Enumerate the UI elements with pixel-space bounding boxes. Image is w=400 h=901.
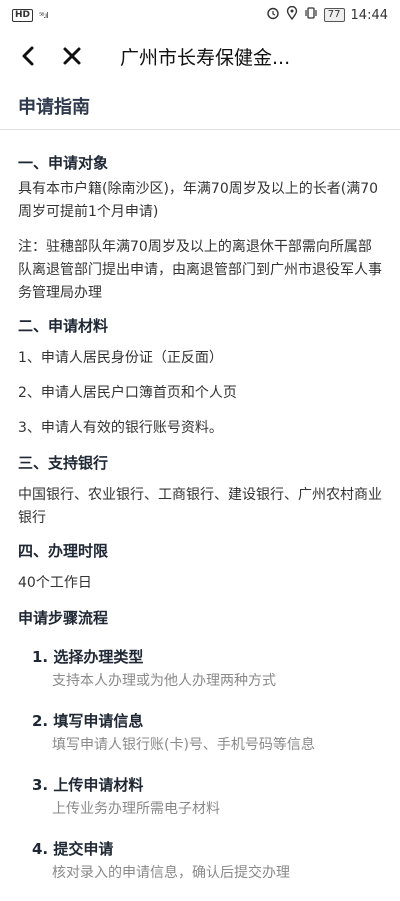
section-paragraph: 40个工作日 <box>18 575 92 591</box>
step-desc: 支持本人办理或为他人办理两种方式 <box>52 673 276 689</box>
guide-content: 一、申请对象 具有本市户籍(除南沙区)，年满70周岁及以上的长者(满70周岁可提… <box>18 148 384 901</box>
section-paragraph: 具有本市户籍(除南沙区)，年满70周岁及以上的长者(满70周岁可提前1个月申请) <box>18 181 379 220</box>
step-desc: 填写申请人银行账(卡)号、手机号码等信息 <box>52 737 315 753</box>
clock: 14:44 <box>350 7 388 23</box>
vibrate-icon <box>304 6 318 24</box>
step-item: 3. 上传申请材料 上传业务办理所需电子材料 <box>32 773 384 821</box>
section-heading: 一、申请对象 <box>18 154 109 172</box>
step-item: 1. 选择办理类型 支持本人办理或为他人办理两种方式 <box>32 645 384 693</box>
alarm-icon <box>266 6 280 24</box>
section-paragraph: 1、申请人居民身份证（正反面） <box>18 350 223 366</box>
step-title: 3. 上传申请材料 <box>32 776 144 794</box>
close-icon <box>63 47 81 65</box>
location-icon <box>286 5 298 24</box>
section-paragraph: 2、申请人居民户口簿首页和个人页 <box>18 385 237 401</box>
hd-badge: HD <box>12 8 34 22</box>
step-title: 1. 选择办理类型 <box>32 648 144 666</box>
step-item: 2. 填写申请信息 填写申请人银行账(卡)号、手机号码等信息 <box>32 709 384 757</box>
step-desc: 核对录入的申请信息，确认后提交办理 <box>52 865 290 881</box>
nav-bar: 广州市长寿保健金... <box>0 30 400 82</box>
step-title: 4. 提交申请 <box>32 840 114 858</box>
chevron-left-icon <box>22 46 34 66</box>
back-button[interactable] <box>8 36 48 76</box>
section-title: 申请指南 <box>0 82 400 130</box>
section-heading: 四、办理时限 <box>18 542 109 560</box>
step-title: 2. 填写申请信息 <box>32 712 144 730</box>
page-title: 广州市长寿保健金... <box>120 46 291 69</box>
close-button[interactable] <box>52 36 92 76</box>
signal-icon: ⁵⁶.ıl <box>39 10 48 20</box>
section-paragraph: 中国银行、农业银行、工商银行、建设银行、广州农村商业银行 <box>18 487 382 526</box>
section-heading: 二、申请材料 <box>18 317 109 335</box>
steps-heading: 申请步骤流程 <box>18 609 109 627</box>
steps-list: 1. 选择办理类型 支持本人办理或为他人办理两种方式 2. 填写申请信息 填写申… <box>18 645 384 885</box>
section-paragraph: 3、申请人有效的银行账号资料。 <box>18 420 223 436</box>
status-bar: HD ⁵⁶.ıl 77 14:44 <box>0 0 400 30</box>
step-item: 4. 提交申请 核对录入的申请信息，确认后提交办理 <box>32 837 384 885</box>
section-paragraph: 注：驻穗部队年满70周岁及以上的离退休干部需向所属部队离退管部门提出申请，由离退… <box>18 239 382 301</box>
step-desc: 上传业务办理所需电子材料 <box>52 801 220 817</box>
battery-indicator: 77 <box>323 8 345 22</box>
section-heading: 三、支持银行 <box>18 454 109 472</box>
